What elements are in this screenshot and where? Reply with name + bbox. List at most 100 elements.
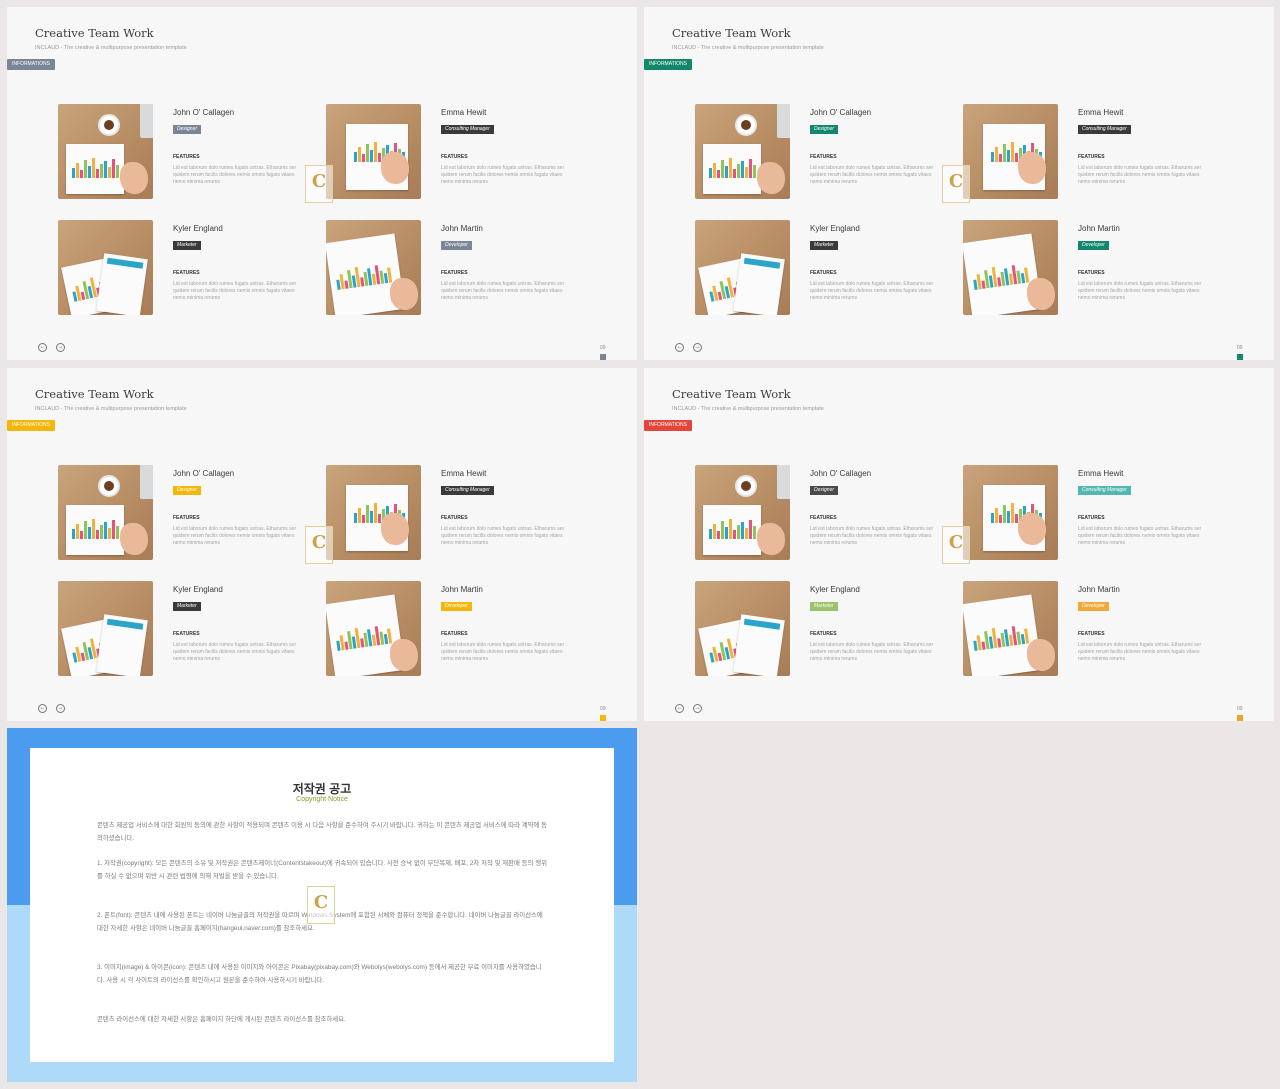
member-name: Emma Hewit xyxy=(1078,108,1124,117)
member-photo xyxy=(326,581,421,676)
features-label: FEATURES xyxy=(173,154,200,160)
slide-title: Creative Team Work xyxy=(672,26,791,40)
copyright-paragraph: 3. 이미지(image) & 아이콘(icon): 콘텐츠 내에 사용된 이미… xyxy=(97,964,542,984)
member-description: Lid est laborum dolo rumes fugats untras… xyxy=(1078,281,1202,301)
member-description: Lid est laborum dolo rumes fugats untras… xyxy=(173,526,297,546)
features-label: FEATURES xyxy=(441,515,468,521)
features-label: FEATURES xyxy=(173,515,200,521)
member-name: John Martin xyxy=(1078,224,1120,233)
prev-arrow-icon[interactable]: ← xyxy=(675,343,684,352)
member-role-badge: Designer xyxy=(173,486,202,495)
slide-subtitle: INCLAUD - The creative & multipurpose pr… xyxy=(672,45,824,51)
watermark-logo: C xyxy=(942,165,970,203)
member-photo xyxy=(963,581,1058,676)
member-role-badge: Developer xyxy=(441,241,472,250)
member-name: Emma Hewit xyxy=(441,108,487,117)
member-name: John Martin xyxy=(441,585,483,594)
member-description: Lid est laborum dolo rumes fugats untras… xyxy=(173,642,297,662)
features-label: FEATURES xyxy=(810,515,837,521)
team-member-card: Kyler England Marketer FEATURES Lid est lab… xyxy=(58,220,328,320)
copyright-paragraph: 1. 저작권(copyright): 모든 콘텐츠의 소유 및 저작권은 콘텐츠… xyxy=(97,860,547,880)
member-photo xyxy=(58,104,153,199)
copyright-card: 저작권 공고 Copyright Notice 콘텐츠 제공업 서비스에 대한 … xyxy=(30,748,614,1062)
features-label: FEATURES xyxy=(810,154,837,160)
copyright-paragraph: 콘텐츠 라이선스에 대한 자세한 사항은 홈페이지 하단에 게시된 콘텐츠 라이… xyxy=(97,1016,346,1023)
prev-arrow-icon[interactable]: ← xyxy=(38,343,47,352)
features-label: FEATURES xyxy=(1078,154,1105,160)
member-role-badge: Marketer xyxy=(173,602,201,611)
member-name: John O' Callagen xyxy=(810,108,872,117)
features-label: FEATURES xyxy=(810,270,837,276)
features-label: FEATURES xyxy=(173,270,200,276)
member-photo xyxy=(58,465,153,560)
features-label: FEATURES xyxy=(1078,515,1105,521)
section-tag: INFORMATIONS xyxy=(644,420,692,431)
section-tag: INFORMATIONS xyxy=(7,420,55,431)
member-photo xyxy=(695,104,790,199)
prev-arrow-icon[interactable]: ← xyxy=(675,704,684,713)
member-role-badge: Marketer xyxy=(173,241,201,250)
features-label: FEATURES xyxy=(441,154,468,160)
team-member-card: John Martin Developer FEATURES Lid est labo… xyxy=(963,581,1233,681)
member-role-badge: Developer xyxy=(1078,602,1109,611)
features-label: FEATURES xyxy=(1078,631,1105,637)
team-member-card: John Martin Developer FEATURES Lid est labo… xyxy=(326,581,596,681)
member-name: John Martin xyxy=(441,224,483,233)
slide-3[interactable]: Creative Team Work INCLAUD - The creative… xyxy=(7,368,637,721)
page-marker xyxy=(600,715,606,721)
watermark-logo: C xyxy=(305,165,333,203)
member-photo xyxy=(695,465,790,560)
team-member-card: Kyler England Marketer FEATURES Lid est lab… xyxy=(695,220,965,320)
member-description: Lid est laborum dolo rumes fugats untras… xyxy=(173,281,297,301)
member-description: Lid est laborum dolo rumes fugats untras… xyxy=(810,642,934,662)
page-number: 09 xyxy=(1237,706,1243,712)
member-photo xyxy=(963,104,1058,199)
features-label: FEATURES xyxy=(810,631,837,637)
member-name: Kyler England xyxy=(173,224,223,233)
member-description: Lid est laborum dolo rumes fugats untras… xyxy=(810,281,934,301)
member-role-badge: Consulting Manager xyxy=(441,125,494,134)
member-description: Lid est laborum dolo rumes fugats untras… xyxy=(441,281,565,301)
team-member-card: Kyler England Marketer FEATURES Lid est lab… xyxy=(58,581,328,681)
watermark-logo: C xyxy=(942,526,970,564)
copyright-slide[interactable]: 저작권 공고 Copyright Notice 콘텐츠 제공업 서비스에 대한 … xyxy=(7,728,637,1082)
member-photo xyxy=(695,220,790,315)
member-role-badge: Consulting Manager xyxy=(1078,486,1131,495)
member-photo xyxy=(326,465,421,560)
section-tag: INFORMATIONS xyxy=(644,59,692,70)
member-description: Lid est laborum dolo rumes fugats untras… xyxy=(173,165,297,185)
page-number: 09 xyxy=(600,706,606,712)
page-marker xyxy=(1237,715,1243,721)
member-photo xyxy=(58,220,153,315)
slide-title: Creative Team Work xyxy=(35,387,154,401)
team-member-card: Kyler England Marketer FEATURES Lid est lab… xyxy=(695,581,965,681)
member-name: Kyler England xyxy=(173,585,223,594)
page-number: 09 xyxy=(600,345,606,351)
slide-1[interactable]: Creative Team Work INCLAUD - The creative… xyxy=(7,7,637,360)
member-role-badge: Marketer xyxy=(810,241,838,250)
member-description: Lid est laborum dolo rumes fugats untras… xyxy=(1078,526,1202,546)
watermark-logo: C xyxy=(305,526,333,564)
slide-4[interactable]: Creative Team Work INCLAUD - The creative… xyxy=(644,368,1274,721)
next-arrow-icon[interactable]: → xyxy=(693,704,702,713)
member-name: Kyler England xyxy=(810,585,860,594)
member-role-badge: Developer xyxy=(1078,241,1109,250)
team-member-card: John Martin Developer FEATURES Lid est labo… xyxy=(963,220,1233,320)
member-description: Lid est laborum dolo rumes fugats untras… xyxy=(1078,165,1202,185)
next-arrow-icon[interactable]: → xyxy=(56,343,65,352)
member-name: John O' Callagen xyxy=(173,108,235,117)
member-role-badge: Designer xyxy=(810,125,839,134)
page-number: 09 xyxy=(1237,345,1243,351)
team-member-card: John O' Callagen Designer FEATURES Lid est … xyxy=(695,465,965,565)
features-label: FEATURES xyxy=(441,270,468,276)
member-description: Lid est laborum dolo rumes fugats untras… xyxy=(810,165,934,185)
prev-arrow-icon[interactable]: ← xyxy=(38,704,47,713)
slide-title: Creative Team Work xyxy=(672,387,791,401)
member-name: John Martin xyxy=(1078,585,1120,594)
team-member-card: John O' Callagen Designer FEATURES Lid est … xyxy=(58,465,328,565)
slide-subtitle: INCLAUD - The creative & multipurpose pr… xyxy=(672,406,824,412)
next-arrow-icon[interactable]: → xyxy=(693,343,702,352)
member-role-badge: Marketer xyxy=(810,602,838,611)
next-arrow-icon[interactable]: → xyxy=(56,704,65,713)
slide-2[interactable]: Creative Team Work INCLAUD - The creative… xyxy=(644,7,1274,360)
